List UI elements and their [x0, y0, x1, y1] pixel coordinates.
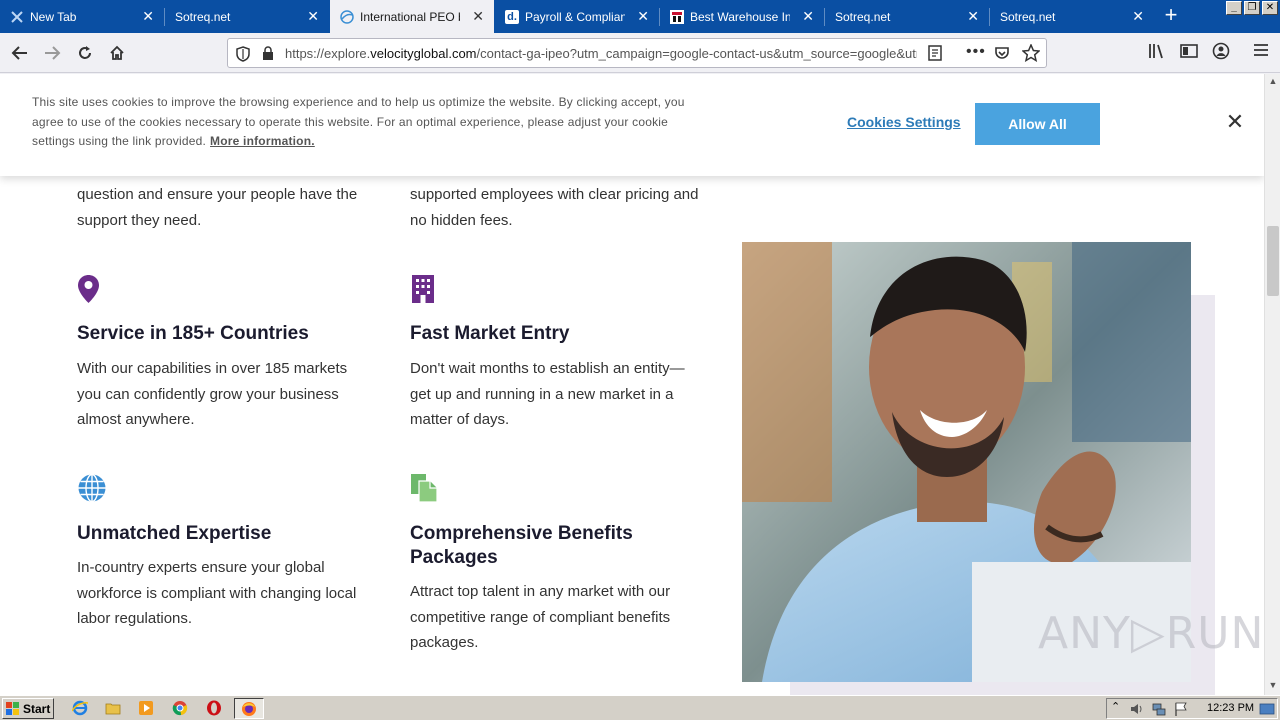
tab-payroll-compliance[interactable]: d. Payroll & Compliance ✕ [495, 0, 659, 33]
minimize-icon[interactable]: _ [1226, 1, 1242, 15]
page-actions-icon[interactable]: ••• [966, 43, 986, 61]
windows-taskbar: Start ⌃ 12:23 PM [0, 695, 1280, 720]
lock-icon[interactable] [262, 46, 274, 65]
tab-close-icon[interactable]: ✕ [637, 9, 649, 23]
tab-strip: New Tab ✕ Sotreq.net ✕ International PEO… [0, 0, 1280, 33]
forward-arrow-icon[interactable] [38, 39, 66, 67]
show-desktop-icon[interactable] [1259, 701, 1275, 717]
x-logo-icon [10, 10, 24, 24]
feature-partial-text-right: supported employees with clear pricing a… [410, 186, 699, 229]
volume-icon[interactable] [1129, 701, 1145, 717]
clipboard-copy-icon [410, 473, 438, 508]
bookmark-star-icon[interactable] [1021, 43, 1041, 67]
tab-new-tab[interactable]: New Tab ✕ [0, 0, 164, 33]
tab-best-warehouse[interactable]: Best Warehouse Inve ✕ [660, 0, 824, 33]
scroll-up-icon[interactable]: ▲ [1268, 76, 1278, 86]
opera-icon[interactable] [206, 700, 222, 716]
reload-icon[interactable] [71, 39, 99, 67]
close-icon[interactable]: ✕ [1224, 111, 1246, 134]
feature-partial-text-left: question and ensure your people have the… [77, 186, 358, 229]
tab-sotreq-2[interactable]: Sotreq.net ✕ [825, 0, 989, 33]
cookies-settings-link[interactable]: Cookies Settings [847, 114, 961, 130]
allow-all-button[interactable]: Allow All [975, 103, 1100, 145]
tab-close-icon[interactable]: ✕ [967, 9, 979, 23]
library-icon[interactable] [1148, 42, 1166, 65]
feature-title: Service in 185+ Countries [77, 323, 309, 344]
tab-international-peo[interactable]: International PEO by V ✕ [330, 0, 494, 33]
restore-icon[interactable]: ❐ [1244, 1, 1260, 15]
building-icon [410, 274, 436, 309]
window-controls: _ ❐ ✕ [1226, 1, 1278, 15]
feature-text: Don't wait months to establish an entity… [410, 360, 685, 428]
scroll-down-icon[interactable]: ▼ [1268, 680, 1278, 690]
feature-title: Unmatched Expertise [77, 523, 272, 544]
anyrun-watermark: ANY▷RUN [1038, 608, 1264, 659]
d-logo-icon: d. [505, 9, 519, 24]
home-icon[interactable] [103, 39, 131, 67]
account-icon[interactable] [1212, 42, 1230, 65]
feature-text: In-country experts ensure your global wo… [77, 559, 357, 627]
tab-close-icon[interactable]: ✕ [1132, 9, 1144, 23]
system-tray: ⌃ 12:23 PM [1106, 698, 1278, 719]
vertical-scrollbar[interactable]: ▲ ▼ [1264, 74, 1280, 695]
clock: 12:23 PM [1207, 702, 1255, 714]
velocity-globe-icon [340, 9, 354, 24]
tab-close-icon[interactable]: ✕ [307, 9, 319, 23]
tab-close-icon[interactable]: ✕ [472, 9, 484, 23]
page-viewport: This site uses cookies to improve the br… [0, 74, 1264, 695]
flag-icon[interactable] [1173, 701, 1189, 717]
url-text[interactable]: https://explore.velocityglobal.com/conta… [285, 46, 917, 61]
tray-expand-icon[interactable]: ⌃ [1111, 700, 1127, 716]
feature-text: Attract top talent in any market with ou… [410, 583, 671, 651]
firefox-taskbar-button[interactable] [234, 698, 264, 719]
start-button[interactable]: Start [2, 698, 54, 719]
map-pin-icon [77, 274, 100, 309]
navigation-toolbar: https://explore.velocityglobal.com/conta… [0, 33, 1280, 73]
tracking-shield-icon[interactable] [236, 46, 250, 67]
globe-icon [77, 473, 107, 508]
chrome-icon[interactable] [172, 700, 188, 716]
tab-sotreq-1[interactable]: Sotreq.net ✕ [165, 0, 329, 33]
new-tab-plus-icon[interactable]: + [1160, 4, 1182, 28]
cookie-banner: This site uses cookies to improve the br… [0, 74, 1264, 176]
address-bar[interactable]: https://explore.velocityglobal.com/conta… [227, 38, 1047, 68]
folder-icon[interactable] [105, 700, 121, 716]
ie-icon[interactable] [71, 700, 89, 716]
media-player-icon[interactable] [138, 700, 154, 716]
pocket-icon[interactable] [994, 45, 1010, 66]
scroll-thumb[interactable] [1267, 226, 1279, 296]
tab-close-icon[interactable]: ✕ [142, 9, 154, 23]
warehouse-logo-icon [670, 9, 684, 24]
feature-text: With our capabilities in over 185 market… [77, 360, 348, 428]
hamburger-menu-icon[interactable] [1253, 42, 1269, 63]
cookie-message: This site uses cookies to improve the br… [32, 95, 685, 148]
back-arrow-icon[interactable] [6, 39, 34, 67]
network-icon[interactable] [1151, 701, 1167, 717]
reader-view-icon[interactable] [928, 45, 942, 66]
more-information-link[interactable]: More information. [210, 134, 315, 148]
tab-sotreq-3[interactable]: Sotreq.net ✕ [990, 0, 1154, 33]
feature-title: Fast Market Entry [410, 323, 570, 344]
window-close-icon[interactable]: ✕ [1262, 1, 1278, 15]
windows-logo-icon [6, 702, 20, 715]
feature-title: Comprehensive Benefits Packages [410, 523, 633, 568]
firefox-icon [241, 701, 257, 717]
tab-close-icon[interactable]: ✕ [802, 9, 814, 23]
sidebar-icon[interactable] [1180, 42, 1198, 65]
